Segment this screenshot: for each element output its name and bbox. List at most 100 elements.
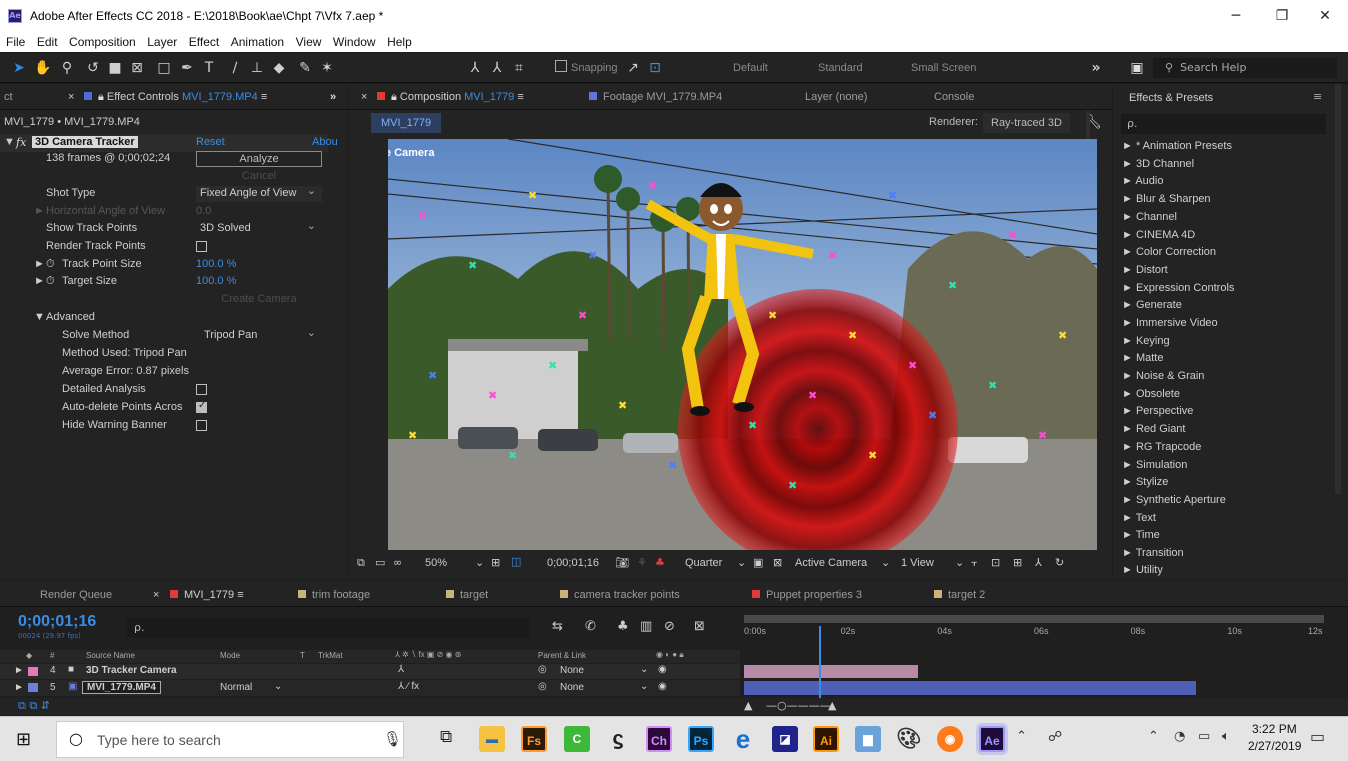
parent-dropdown[interactable]: None [560,665,584,676]
menu-file[interactable]: File [6,33,25,52]
detailed-analysis-checkbox[interactable] [196,384,207,395]
snapshot-camera-icon[interactable]: 📷︎ [615,556,629,569]
people-icon[interactable]: ☍ [1048,729,1062,745]
tab-mvi-1779[interactable]: MVI_1779 ≡ [170,589,244,601]
blend-mode-dropdown[interactable]: Normal [220,682,252,693]
menu-window[interactable]: Window [333,33,376,52]
camera-view-dropdown[interactable]: Active Camera [795,557,867,569]
toggle-pixel-aspect-icon[interactable]: ⫟ [971,556,978,570]
composition-viewer[interactable]: ✖✖✖ ✖✖✖ ✖✖✖ ✖✖✖ ✖✖✖ ✖✖✖ ✖✖✖ ✖✖✖ ✖✖✖ ✖✖✖ … [388,139,1097,550]
menu-edit[interactable]: Edit [37,33,58,52]
region-of-interest-icon[interactable]: ◫ [511,555,521,568]
fit-comp-icon[interactable]: ⊡ [991,556,1000,569]
effects-category[interactable]: ► Matte [1122,352,1163,364]
fx-toggle-icon[interactable]: fx [16,136,26,149]
shot-type-dropdown[interactable]: Fixed Angle of View [196,184,322,202]
hand-tool-icon[interactable]: ✋ [34,59,52,77]
paint-app-icon[interactable]: 🎨︎ [896,726,922,752]
collapse-triangle-icon[interactable]: ▼ [4,136,15,148]
search-help-field[interactable]: ⚲ Search Help [1153,58,1337,78]
effects-category[interactable]: ► Channel [1122,211,1177,223]
zoom-dropdown[interactable]: 50% [425,557,447,569]
roto-brush-tool-icon[interactable]: ✎ [296,59,314,77]
character-animator-icon[interactable]: Ch [646,726,672,752]
comp-navigator-chip[interactable]: MVI_1779 [371,113,442,133]
expand-triangle-icon[interactable]: ► [14,665,24,676]
tab-camera-tracker-points[interactable]: camera tracker points [560,589,680,601]
transparency-grid-icon[interactable]: ⊠ [773,556,782,569]
effects-category[interactable]: ► Keying [1122,335,1170,347]
effects-category[interactable]: ► RG Trapcode [1122,441,1201,453]
workspace-default[interactable]: Default [733,62,768,74]
expand-triangle-icon[interactable]: ► [14,682,24,693]
tab-console[interactable]: Console [934,91,974,103]
pen-tool-icon[interactable]: ✒ [178,59,196,77]
show-snapshot-icon[interactable]: ⚘ [637,556,647,569]
tab-effect-controls[interactable]: 🔒︎ Effect Controls MVI_1779.MP4 ≡ [84,91,267,104]
project-tab-stub[interactable]: ct [4,91,13,103]
effects-scrollbar[interactable] [1335,84,1341,494]
windows-start-icon[interactable]: ⊞ [16,729,31,750]
effects-category[interactable]: ► Audio [1122,175,1163,187]
maximize-button[interactable]: ❐ [1259,3,1305,29]
puppet-pin-tool-icon[interactable]: ✶ [318,59,336,77]
effects-category[interactable]: ► Perspective [1122,405,1193,417]
search-help-toggle-icon[interactable]: ▣ [1128,59,1146,77]
type-tool-icon[interactable]: T [200,59,218,77]
more-workspaces-icon[interactable]: » [1087,59,1105,77]
graph-editor-icon[interactable]: ⊠ [694,619,705,634]
stopwatch-icon[interactable]: ⏱ [46,258,55,271]
effects-category[interactable]: ► Immersive Video [1122,317,1218,329]
panel-menu-icon[interactable]: ≡ [261,91,267,103]
effects-category[interactable]: ► Utility [1122,564,1163,576]
timeline-current-time[interactable]: 0;00;01;16 [18,613,96,631]
effects-category[interactable]: ► Distort [1122,264,1168,276]
tab-close-icon[interactable]: × [153,589,159,601]
expand-triangle-icon[interactable]: ► [34,275,45,287]
show-channel-icon[interactable]: ♣ [655,556,665,569]
effects-category[interactable]: ► Synthetic Aperture [1122,494,1226,506]
effects-category[interactable]: ► Noise & Grain [1122,370,1204,382]
tab-close-icon[interactable]: × [361,91,367,103]
layer-duration-bar[interactable] [744,681,1197,695]
show-hidden-icons-icon[interactable]: ⌃ [1148,729,1159,744]
analyze-button[interactable]: Analyze [196,151,322,167]
zoom-tool-icon[interactable]: ⚲ [58,59,76,77]
brush-tool-icon[interactable]: ∕ [226,59,244,77]
zoom-out-icon[interactable]: ▲ [744,699,752,712]
tab-trim-footage[interactable]: trim footage [298,589,370,601]
work-area-bar[interactable] [744,615,1324,623]
clone-stamp-tool-icon[interactable]: ⊥ [248,59,266,77]
layer-duration-bar[interactable] [744,665,918,678]
layer-label-color[interactable] [28,667,38,676]
always-preview-icon[interactable]: ⧉ [357,556,365,570]
viewer-timecode[interactable]: 0;00;01;16 [547,557,599,569]
menu-effect[interactable]: Effect [189,33,219,52]
minimize-button[interactable]: ─ [1213,3,1259,29]
after-effects-taskbar-icon[interactable]: Ae [979,726,1005,752]
stopwatch-icon[interactable]: ⏱ [46,275,55,288]
timeline-search-field[interactable]: ρ. [126,618,530,638]
world-axis-icon[interactable]: ⅄ [488,59,506,77]
video-visibility-icon[interactable]: ◉ [658,664,667,675]
reset-exposure-icon[interactable]: ↻ [1055,556,1064,569]
pickwhip-icon[interactable]: ◎ [538,681,547,692]
create-camera-button[interactable]: Create Camera [196,293,322,305]
camera-view-chevron-icon[interactable]: ⌄ [881,556,890,569]
effects-search-field[interactable]: ρ. [1121,114,1326,134]
tab-layer[interactable]: Layer (none) [805,91,867,103]
timeline-icon[interactable]: ⊞ [1013,556,1022,569]
wifi-icon[interactable]: ◔ [1174,729,1185,744]
task-view-icon[interactable]: ⧉ [440,727,452,747]
motion-blur-icon[interactable]: ⊘ [664,619,675,634]
rectangle-tool-icon[interactable]: □ [155,59,173,77]
fast-previews-icon[interactable]: ▣ [753,556,763,569]
effects-category[interactable]: ► * Animation Presets [1122,140,1232,152]
video-visibility-icon[interactable]: ◉ [658,681,667,692]
file-explorer-icon[interactable]: ▬ [479,726,505,752]
parent-chevron-icon[interactable]: ⌄ [640,664,648,675]
effects-category[interactable]: ► Stylize [1122,476,1168,488]
fuse-app-icon[interactable]: Fs [521,726,547,752]
effects-category[interactable]: ► Simulation [1122,459,1187,471]
hide-warning-checkbox[interactable] [196,420,207,431]
